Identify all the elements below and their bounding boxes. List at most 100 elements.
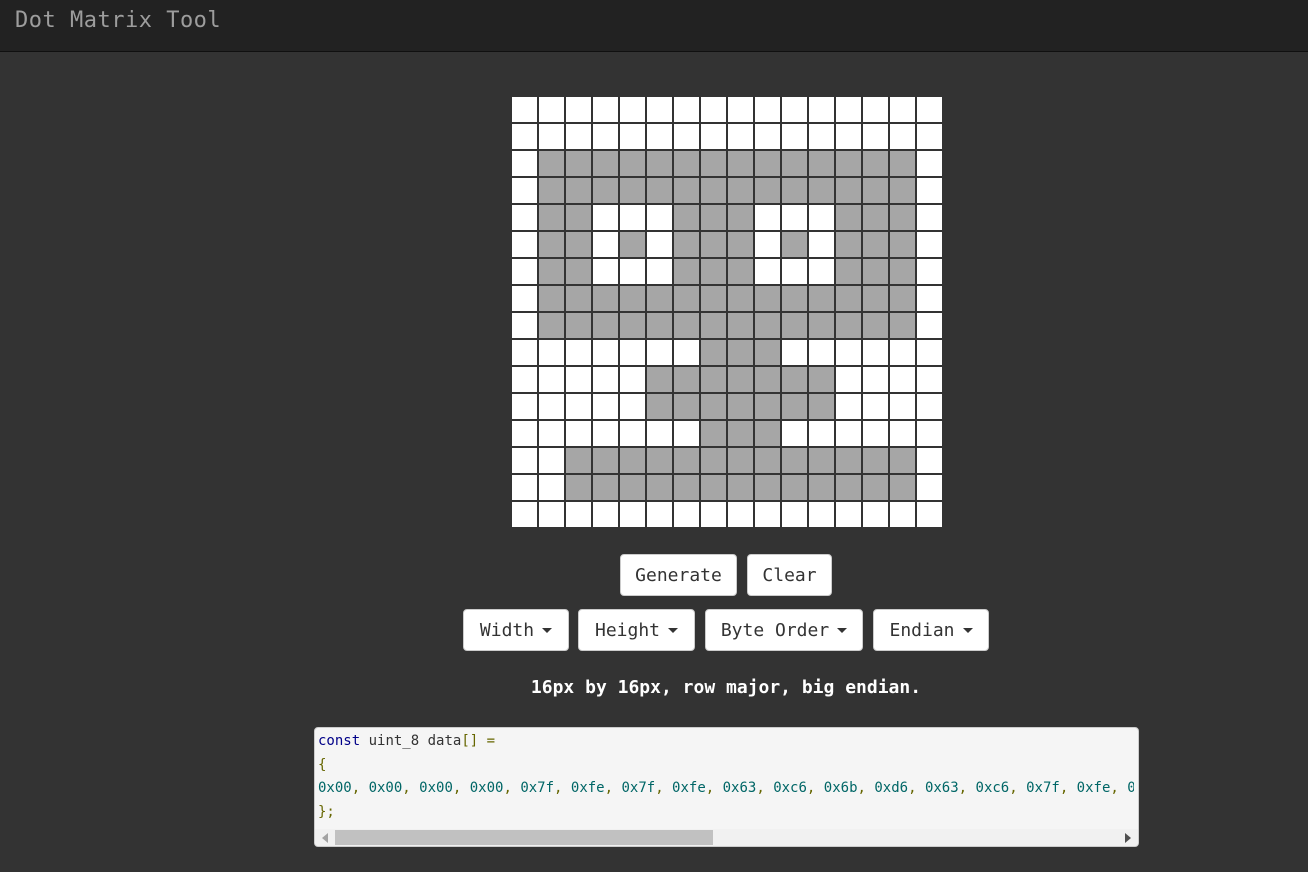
matrix-cell[interactable]	[728, 286, 753, 311]
matrix-cell[interactable]	[620, 367, 645, 392]
matrix-cell[interactable]	[701, 286, 726, 311]
matrix-cell[interactable]	[701, 367, 726, 392]
matrix-cell[interactable]	[782, 502, 807, 527]
matrix-cell[interactable]	[620, 259, 645, 284]
matrix-cell[interactable]	[890, 151, 915, 176]
matrix-cell[interactable]	[782, 124, 807, 149]
matrix-cell[interactable]	[512, 367, 537, 392]
matrix-cell[interactable]	[674, 313, 699, 338]
matrix-cell[interactable]	[917, 475, 942, 500]
matrix-cell[interactable]	[647, 151, 672, 176]
matrix-cell[interactable]	[755, 259, 780, 284]
matrix-cell[interactable]	[890, 259, 915, 284]
matrix-cell[interactable]	[755, 394, 780, 419]
matrix-cell[interactable]	[836, 286, 861, 311]
matrix-cell[interactable]	[917, 502, 942, 527]
matrix-cell[interactable]	[782, 151, 807, 176]
matrix-cell[interactable]	[863, 97, 888, 122]
matrix-cell[interactable]	[863, 205, 888, 230]
matrix-cell[interactable]	[809, 448, 834, 473]
matrix-cell[interactable]	[890, 178, 915, 203]
matrix-cell[interactable]	[647, 124, 672, 149]
matrix-cell[interactable]	[809, 259, 834, 284]
matrix-cell[interactable]	[917, 232, 942, 257]
matrix-cell[interactable]	[647, 205, 672, 230]
matrix-cell[interactable]	[593, 367, 618, 392]
matrix-cell[interactable]	[755, 205, 780, 230]
matrix-cell[interactable]	[809, 232, 834, 257]
matrix-cell[interactable]	[539, 394, 564, 419]
matrix-cell[interactable]	[863, 475, 888, 500]
matrix-cell[interactable]	[836, 97, 861, 122]
matrix-cell[interactable]	[836, 313, 861, 338]
matrix-cell[interactable]	[593, 421, 618, 446]
matrix-cell[interactable]	[863, 232, 888, 257]
matrix-cell[interactable]	[782, 313, 807, 338]
matrix-cell[interactable]	[620, 97, 645, 122]
matrix-cell[interactable]	[593, 394, 618, 419]
matrix-cell[interactable]	[782, 286, 807, 311]
matrix-cell[interactable]	[647, 394, 672, 419]
matrix-cell[interactable]	[566, 421, 591, 446]
matrix-cell[interactable]	[539, 232, 564, 257]
matrix-cell[interactable]	[647, 97, 672, 122]
matrix-cell[interactable]	[863, 421, 888, 446]
matrix-cell[interactable]	[593, 502, 618, 527]
matrix-cell[interactable]	[755, 421, 780, 446]
matrix-cell[interactable]	[782, 259, 807, 284]
matrix-cell[interactable]	[539, 475, 564, 500]
matrix-cell[interactable]	[863, 502, 888, 527]
matrix-cell[interactable]	[566, 313, 591, 338]
matrix-cell[interactable]	[647, 313, 672, 338]
matrix-cell[interactable]	[593, 205, 618, 230]
matrix-cell[interactable]	[566, 340, 591, 365]
matrix-cell[interactable]	[701, 97, 726, 122]
matrix-cell[interactable]	[566, 367, 591, 392]
matrix-cell[interactable]	[512, 394, 537, 419]
matrix-cell[interactable]	[890, 313, 915, 338]
matrix-cell[interactable]	[809, 394, 834, 419]
matrix-cell[interactable]	[620, 340, 645, 365]
matrix-cell[interactable]	[782, 340, 807, 365]
matrix-cell[interactable]	[701, 151, 726, 176]
matrix-cell[interactable]	[836, 205, 861, 230]
matrix-cell[interactable]	[728, 205, 753, 230]
matrix-cell[interactable]	[539, 178, 564, 203]
matrix-cell[interactable]	[890, 97, 915, 122]
matrix-cell[interactable]	[917, 259, 942, 284]
matrix-cell[interactable]	[674, 124, 699, 149]
matrix-cell[interactable]	[512, 475, 537, 500]
matrix-cell[interactable]	[836, 232, 861, 257]
matrix-cell[interactable]	[701, 259, 726, 284]
matrix-cell[interactable]	[566, 394, 591, 419]
matrix-cell[interactable]	[701, 340, 726, 365]
matrix-cell[interactable]	[890, 340, 915, 365]
matrix-cell[interactable]	[566, 178, 591, 203]
matrix-cell[interactable]	[539, 97, 564, 122]
matrix-cell[interactable]	[701, 394, 726, 419]
matrix-cell[interactable]	[620, 178, 645, 203]
matrix-cell[interactable]	[917, 394, 942, 419]
matrix-cell[interactable]	[701, 124, 726, 149]
matrix-cell[interactable]	[890, 448, 915, 473]
matrix-cell[interactable]	[755, 502, 780, 527]
matrix-cell[interactable]	[512, 232, 537, 257]
matrix-cell[interactable]	[701, 448, 726, 473]
horizontal-scrollbar[interactable]	[315, 829, 1138, 846]
matrix-cell[interactable]	[890, 367, 915, 392]
matrix-cell[interactable]	[755, 313, 780, 338]
matrix-cell[interactable]	[782, 448, 807, 473]
matrix-cell[interactable]	[728, 259, 753, 284]
matrix-cell[interactable]	[539, 259, 564, 284]
matrix-cell[interactable]	[809, 178, 834, 203]
app-title[interactable]: Dot Matrix Tool	[15, 8, 221, 33]
matrix-cell[interactable]	[917, 448, 942, 473]
matrix-cell[interactable]	[836, 259, 861, 284]
matrix-cell[interactable]	[566, 286, 591, 311]
matrix-cell[interactable]	[809, 421, 834, 446]
matrix-cell[interactable]	[755, 178, 780, 203]
matrix-cell[interactable]	[512, 448, 537, 473]
matrix-cell[interactable]	[539, 151, 564, 176]
matrix-cell[interactable]	[701, 475, 726, 500]
matrix-cell[interactable]	[836, 475, 861, 500]
